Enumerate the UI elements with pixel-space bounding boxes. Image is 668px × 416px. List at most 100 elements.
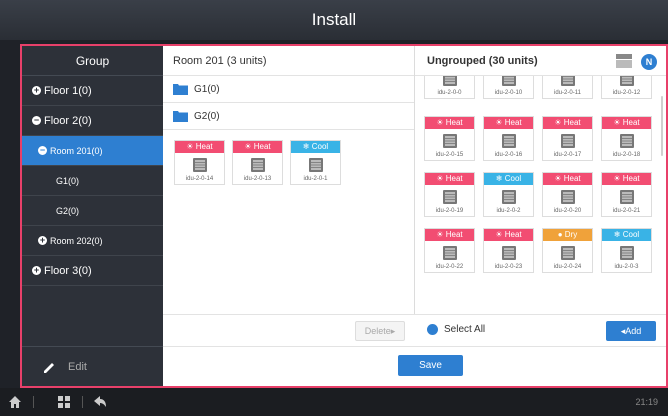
mode-badge: ☀ Heat (602, 173, 651, 185)
unit-card[interactable]: idu-2-0-11 (542, 76, 593, 99)
expand-icon: + (32, 265, 41, 275)
unit-card[interactable]: ☀ Heat idu-2-0-19 (424, 172, 475, 217)
unit-card[interactable]: idu-2-0-0 (424, 76, 475, 99)
mode-badge: ☀ Heat (425, 117, 474, 129)
edit-button[interactable]: Edit (22, 346, 163, 386)
unit-card[interactable]: ☀ Heat idu-2-0-14 (174, 140, 225, 185)
mode-badge: ☀ Heat (175, 141, 224, 153)
unit-name: idu-2-0-11 (554, 90, 581, 96)
mode-badge: ☀ Heat (484, 117, 533, 129)
room-panel: Room 201 (3 units) G1(0) G2(0) ☀ Heat idu… (163, 46, 415, 346)
indoor-unit-icon (560, 190, 575, 204)
group-label: G1(0) (194, 83, 220, 95)
select-all-checkbox[interactable]: Select All (427, 324, 485, 335)
divider (33, 396, 34, 408)
mode-badge: ☀ Heat (425, 229, 474, 241)
sidebar-item-floor-2[interactable]: − Floor 2(0) (22, 106, 163, 136)
unit-name: idu-2-0-0 (437, 90, 462, 96)
save-button[interactable]: Save (398, 355, 463, 376)
sidebar-item-floor-1[interactable]: + Floor 1(0) (22, 76, 163, 106)
unit-name: idu-2-0-19 (435, 208, 464, 214)
mode-badge: ☀ Heat (233, 141, 282, 153)
install-panel: Group + Floor 1(0) − Floor 2(0) − Room 2… (20, 44, 668, 388)
sidebar-item-room-201[interactable]: − Room 201(0) (22, 136, 163, 166)
unit-card[interactable]: ☀ Heat idu-2-0-22 (424, 228, 475, 273)
sidebar-item-room-202[interactable]: + Room 202(0) (22, 226, 163, 256)
bottom-bar: Save (163, 346, 666, 386)
indoor-unit-icon (442, 190, 457, 204)
radio-icon (427, 324, 438, 335)
indoor-unit-icon[interactable] (616, 54, 632, 68)
indoor-unit-icon (308, 158, 323, 172)
indoor-unit-icon (501, 134, 516, 148)
indoor-unit-icon (442, 76, 457, 86)
unit-name: idu-2-0-22 (435, 264, 464, 270)
mode-badge: ☀ Heat (602, 117, 651, 129)
indoor-unit-icon (619, 134, 634, 148)
unit-card[interactable]: ❄ Cool idu-2-0-3 (601, 228, 652, 273)
unit-name: idu-2-0-15 (435, 152, 464, 158)
unit-name: idu-2-0-20 (553, 208, 582, 214)
sidebar-item-label: Floor 3(0) (44, 264, 92, 277)
unit-name: idu-2-0-17 (553, 152, 582, 158)
unit-name: idu-2-0-13 (243, 176, 272, 182)
unit-name: idu-2-0-1 (303, 176, 328, 182)
indoor-unit-icon (501, 76, 516, 86)
grid-menu-icon[interactable] (57, 395, 71, 409)
mode-badge: ❄ Cool (291, 141, 340, 153)
delete-button[interactable]: Delete▸ (355, 321, 405, 341)
indoor-unit-icon (560, 246, 575, 260)
unit-card[interactable]: ☀ Heat idu-2-0-16 (483, 116, 534, 161)
unit-card[interactable]: idu-2-0-10 (483, 76, 534, 99)
indoor-unit-icon (619, 246, 634, 260)
ungrouped-footer: Select All ◂Add (415, 314, 666, 346)
group-row-g1[interactable]: G1(0) (163, 76, 414, 103)
sidebar-item-label: G1(0) (56, 175, 80, 186)
edit-label: Edit (68, 360, 87, 373)
indoor-unit-icon (250, 158, 265, 172)
sidebar-header: Group (22, 46, 163, 76)
room-footer: Delete▸ (163, 314, 415, 346)
group-sidebar: Group + Floor 1(0) − Floor 2(0) − Room 2… (22, 46, 163, 386)
home-icon[interactable] (8, 395, 22, 409)
unit-card[interactable]: ❄ Cool idu-2-0-2 (483, 172, 534, 217)
mode-badge: ☀ Heat (543, 173, 592, 185)
clock: 21:19 (635, 397, 658, 407)
room-header: Room 201 (3 units) (163, 46, 414, 76)
sidebar-item-floor-3[interactable]: + Floor 3(0) (22, 256, 163, 286)
mode-badge: ☀ Heat (543, 117, 592, 129)
unit-card[interactable]: ☀ Heat idu-2-0-15 (424, 116, 475, 161)
sidebar-item-label: Floor 1(0) (44, 84, 92, 97)
unit-card[interactable]: ☀ Heat idu-2-0-21 (601, 172, 652, 217)
mode-badge: ❄ Cool (484, 173, 533, 185)
new-badge-icon[interactable]: N (641, 54, 657, 70)
sidebar-item-label: Floor 2(0) (44, 114, 92, 127)
collapse-icon: − (32, 115, 41, 125)
indoor-unit-icon (619, 190, 634, 204)
add-button[interactable]: ◂Add (606, 321, 656, 341)
unit-card[interactable]: idu-2-0-12 (601, 76, 652, 99)
ungrouped-header: Ungrouped (30 units) N (415, 46, 666, 76)
group-label: G2(0) (194, 110, 220, 122)
room-unit-list: ☀ Heat idu-2-0-14 ☀ Heat idu-2-0-13 ❄ Cool id… (163, 134, 415, 194)
unit-card[interactable]: ☀ Heat idu-2-0-17 (542, 116, 593, 161)
mode-badge: ● Dry (543, 229, 592, 241)
back-arrow-icon[interactable] (93, 395, 107, 409)
folder-icon (173, 84, 188, 95)
unit-card[interactable]: ☀ Heat idu-2-0-20 (542, 172, 593, 217)
unit-card[interactable]: ☀ Heat idu-2-0-23 (483, 228, 534, 273)
sidebar-item-g1[interactable]: G1(0) (22, 166, 163, 196)
indoor-unit-icon (442, 134, 457, 148)
unit-card[interactable]: ☀ Heat idu-2-0-13 (232, 140, 283, 185)
collapse-icon: − (38, 145, 47, 155)
group-row-g2[interactable]: G2(0) (163, 103, 414, 130)
unit-card[interactable]: ☀ Heat idu-2-0-18 (601, 116, 652, 161)
unit-name: idu-2-0-10 (494, 90, 523, 96)
unit-card[interactable]: ❄ Cool idu-2-0-1 (290, 140, 341, 185)
sidebar-item-g2[interactable]: G2(0) (22, 196, 163, 226)
unit-name: idu-2-0-3 (614, 264, 639, 270)
scrollbar[interactable] (661, 96, 663, 156)
indoor-unit-icon (560, 76, 575, 86)
unit-card[interactable]: ● Dry idu-2-0-24 (542, 228, 593, 273)
sidebar-item-label: Room 202(0) (50, 235, 103, 246)
